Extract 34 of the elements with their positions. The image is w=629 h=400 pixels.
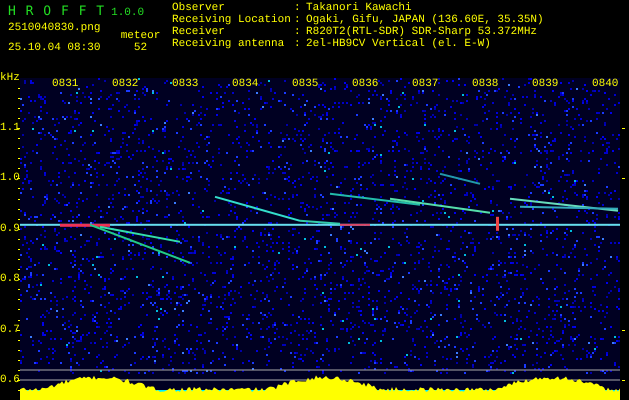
info-value: 2el-HB9CV Vertical (el. E-W) xyxy=(306,38,491,50)
separator-colon: : xyxy=(294,14,302,26)
info-label: Observer xyxy=(172,2,226,14)
time-label: 0840 xyxy=(592,78,618,90)
app-title: H R O F F T xyxy=(8,4,106,19)
info-value: Takanori Kawachi xyxy=(306,2,412,14)
date-time: 25.10.04 08:30 xyxy=(8,42,100,54)
separator-colon: : xyxy=(294,26,302,38)
time-label: 0834 xyxy=(232,78,258,90)
info-value: R820T2(RTL-SDR) SDR-Sharp 53.372MHz xyxy=(306,26,538,38)
separator-colon: : xyxy=(294,38,302,50)
info-label: Receiving Location xyxy=(172,14,292,26)
time-label: 0833 xyxy=(172,78,198,90)
separator-colon: : xyxy=(294,2,302,14)
frequency-label: 0.9 xyxy=(0,222,20,235)
info-value: Ogaki, Gifu, JAPAN (136.60E, 35.35N) xyxy=(306,14,544,26)
frequency-label: 0.8 xyxy=(0,273,20,286)
frequency-label: 1.0 xyxy=(0,172,20,184)
time-label: 0832 xyxy=(112,78,138,90)
info-label: Receiver xyxy=(172,26,226,38)
time-label: 0836 xyxy=(352,78,378,90)
frequency-label: 0.6 xyxy=(0,374,20,386)
info-label: Receiving antenna xyxy=(172,38,286,50)
meteor-count: 52 xyxy=(134,42,148,54)
time-label: 0835 xyxy=(292,78,318,90)
version-label: 1.0.0 xyxy=(111,7,144,19)
time-label: 0837 xyxy=(412,78,438,90)
time-label: 0831 xyxy=(52,78,78,90)
frequency-label: 0.7 xyxy=(0,324,20,336)
frequency-label: 1.1 xyxy=(0,122,20,134)
unit-label: kHz xyxy=(0,72,20,84)
count-label: meteor xyxy=(120,30,160,42)
file-name: 2510040830.png xyxy=(8,22,100,34)
time-label: 0838 xyxy=(472,78,498,90)
